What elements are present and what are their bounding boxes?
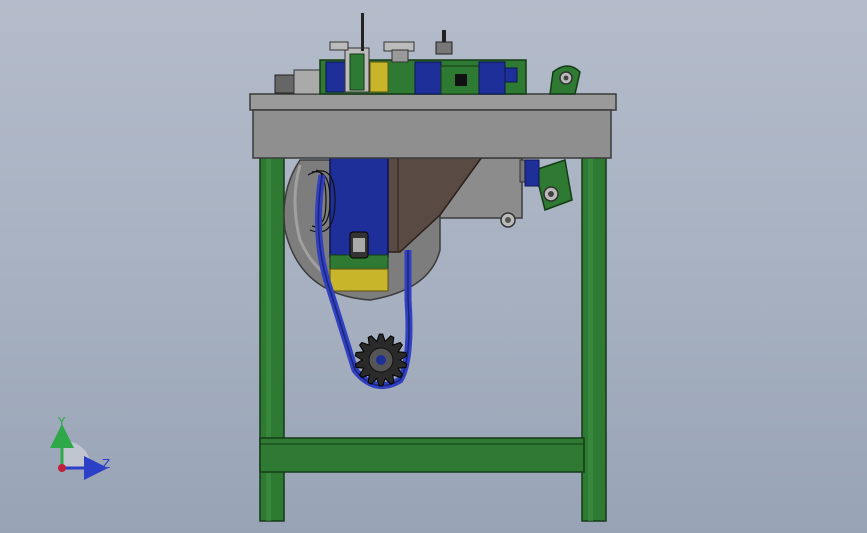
top-assembly[interactable] xyxy=(274,13,581,95)
axis-triad[interactable]: Y Z xyxy=(40,410,120,480)
top-post xyxy=(391,49,409,63)
tension-arm-plate[interactable] xyxy=(534,159,573,211)
top-square-hole xyxy=(455,74,467,86)
drive-bearing-inner xyxy=(353,238,365,252)
tension-arm-bolt-hole xyxy=(548,191,554,197)
top-blue-block-3 xyxy=(504,67,518,83)
table-top[interactable] xyxy=(249,93,617,159)
machine-model[interactable] xyxy=(0,0,867,533)
left-connector xyxy=(274,74,296,94)
frame-leg-right[interactable] xyxy=(581,156,607,522)
top-blue-block-1 xyxy=(414,61,442,95)
top-knob-stem xyxy=(442,30,446,42)
top-blue-block-2 xyxy=(478,61,506,95)
y-axis-label: Y xyxy=(57,415,66,429)
tension-arm[interactable] xyxy=(524,159,573,211)
frame-crossbar[interactable] xyxy=(259,437,585,473)
spindle-rod xyxy=(361,13,364,51)
z-axis-label: Z xyxy=(102,457,110,471)
left-coupling xyxy=(293,69,323,95)
spindle-core xyxy=(349,53,365,91)
cad-viewport[interactable]: Y Z xyxy=(0,0,867,533)
table-top-surface[interactable] xyxy=(249,93,617,111)
frame-leg-right-highlight xyxy=(588,157,593,521)
triad-origin xyxy=(58,464,66,472)
top-knob xyxy=(435,41,453,55)
pivot-bolt-hole xyxy=(563,75,569,81)
triad-plane xyxy=(62,440,92,468)
sprocket-bore xyxy=(376,355,386,365)
table-apron[interactable] xyxy=(252,109,612,159)
motor-mount-bolt-hole xyxy=(505,217,511,223)
top-nut-1 xyxy=(329,41,349,51)
tension-arm-blue-clamp xyxy=(524,159,540,187)
top-yellow-block xyxy=(369,61,389,93)
drive-block-yellow-base xyxy=(329,268,389,292)
